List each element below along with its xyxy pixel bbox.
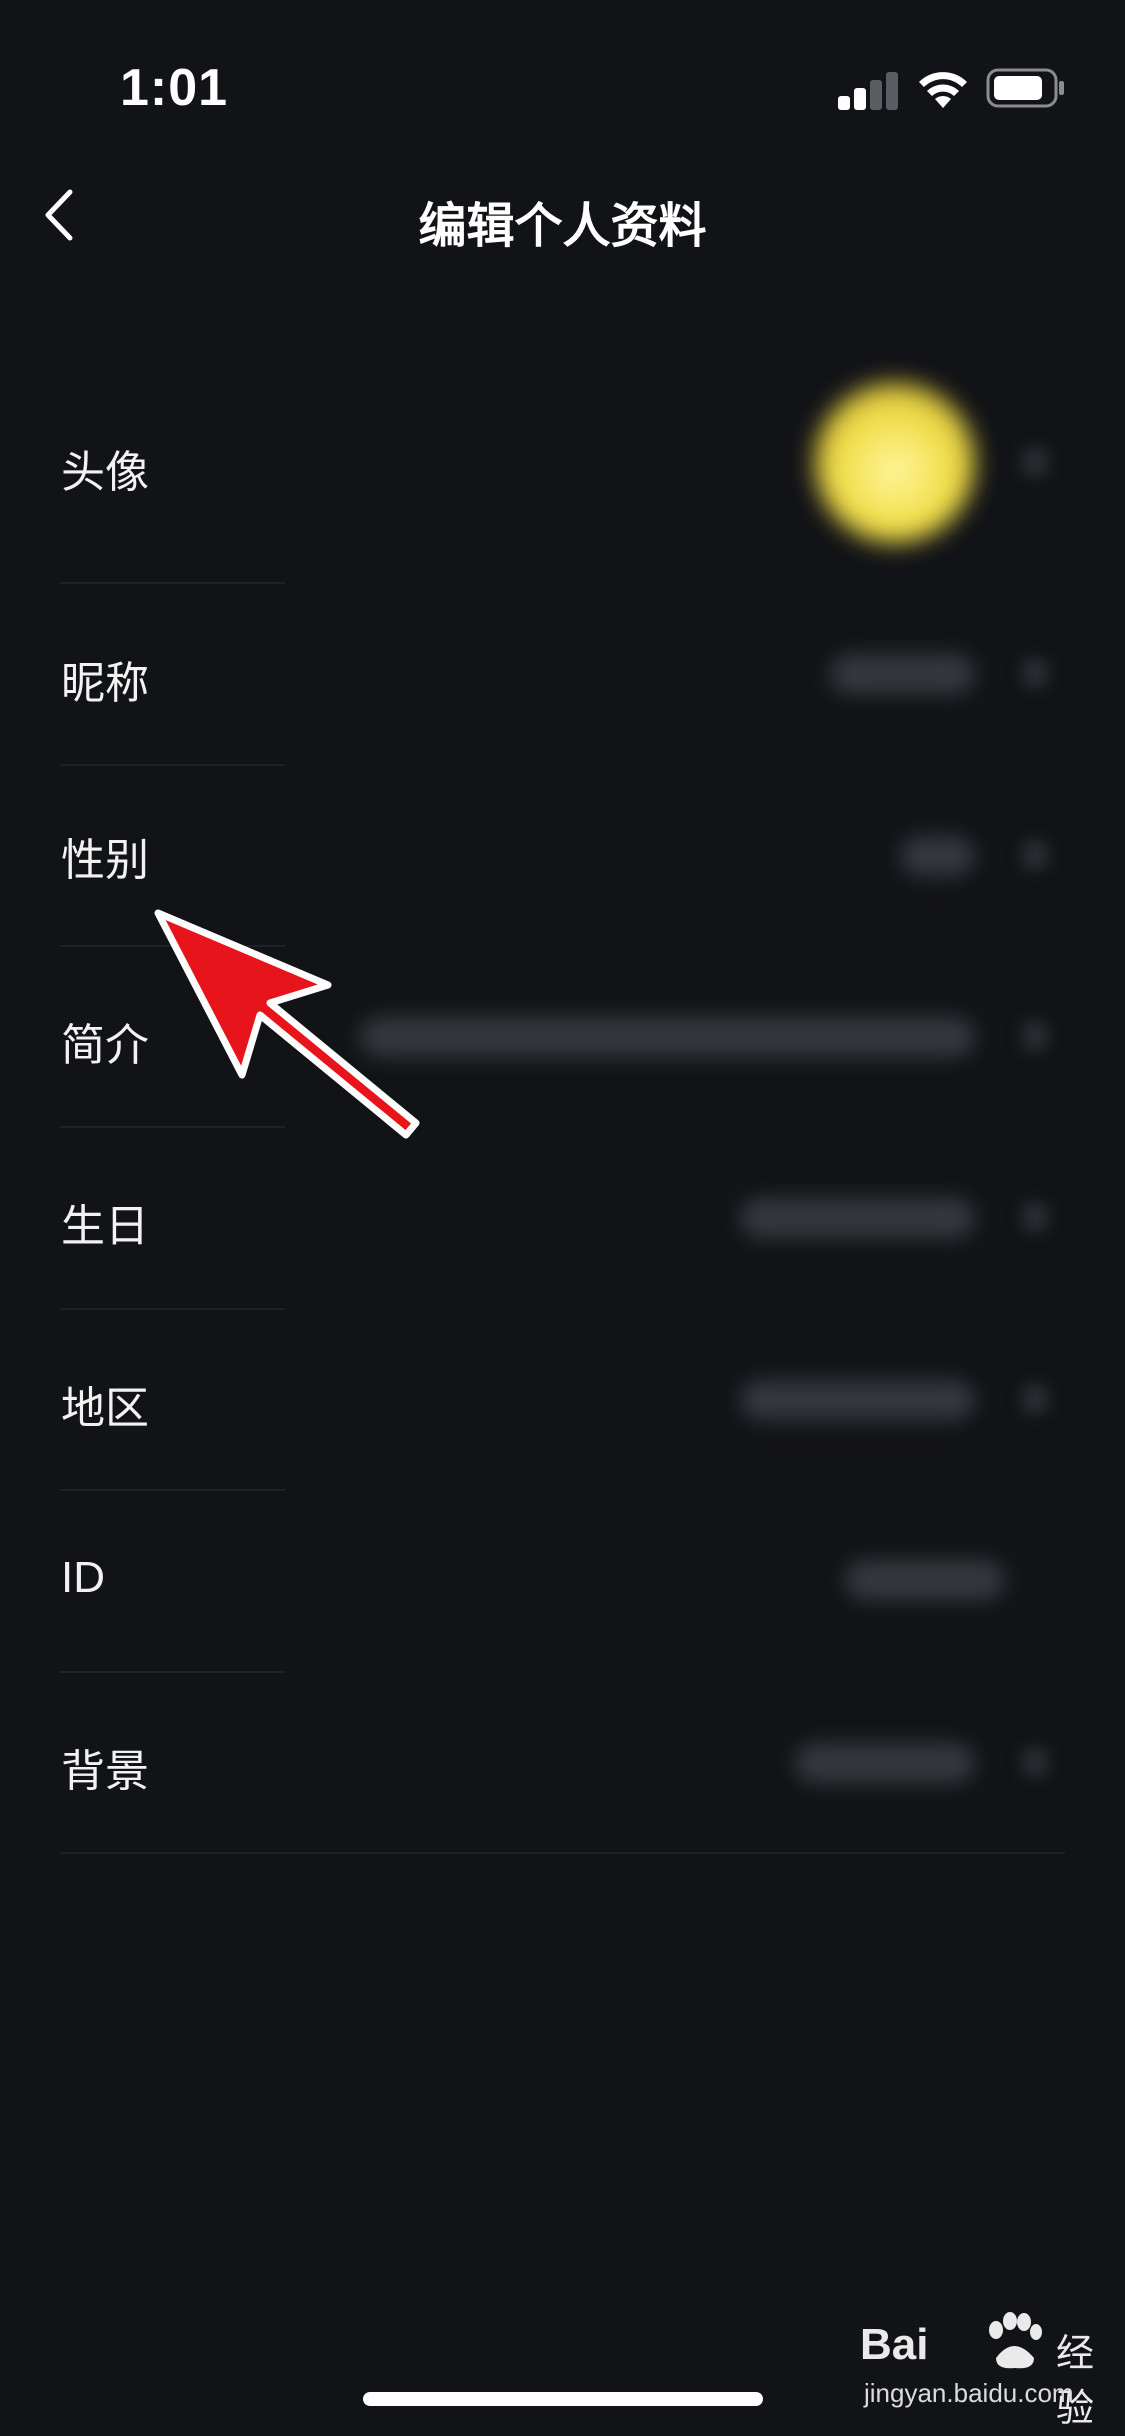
id-value-blurred	[845, 1560, 1005, 1600]
chevron-right-icon	[1022, 1747, 1048, 1777]
chevron-right-icon	[1022, 1384, 1048, 1414]
home-indicator[interactable]	[363, 2392, 763, 2406]
watermark-brand-cn: 经验	[1056, 2331, 1095, 2430]
chevron-right-icon	[1022, 1202, 1048, 1232]
background-value-blurred	[795, 1743, 975, 1783]
annotation-arrow-icon	[154, 909, 420, 1139]
row-label: ID	[61, 1553, 105, 1602]
nickname-value-blurred	[830, 654, 975, 694]
cellular-signal-icon	[838, 70, 900, 110]
row-label: 性别	[61, 835, 149, 886]
battery-icon	[986, 68, 1064, 108]
status-bar: 1:01	[0, 0, 1125, 150]
bio-value-blurred	[360, 1017, 975, 1057]
chevron-right-icon	[1022, 840, 1048, 870]
row-label: 背景	[61, 1746, 149, 1797]
birthday-value-blurred	[740, 1198, 975, 1238]
chevron-right-icon	[1022, 1021, 1048, 1051]
avatar[interactable]	[815, 383, 975, 543]
divider	[60, 582, 285, 584]
region-value-blurred	[740, 1380, 975, 1420]
chevron-right-icon	[1022, 658, 1048, 688]
navigation-bar: 编辑个人资料	[0, 160, 1125, 270]
divider	[60, 1852, 1065, 1854]
page-title: 编辑个人资料	[418, 198, 707, 254]
baidu-jingyan-watermark: Bai 经验 jingyan.baidu.com	[860, 2312, 1110, 2430]
gender-value-blurred	[900, 836, 975, 876]
chevron-right-icon	[1022, 447, 1048, 477]
watermark-brand: Bai	[860, 2320, 929, 2369]
row-label: 生日	[61, 1201, 149, 1252]
status-time: 1:01	[120, 59, 229, 117]
row-label: 简介	[61, 1020, 149, 1071]
row-label: 昵称	[61, 658, 149, 709]
row-label: 地区	[61, 1383, 149, 1434]
paw-icon	[989, 2312, 1042, 2369]
row-label: 头像	[61, 447, 149, 498]
watermark-url: jingyan.baidu.com	[864, 2378, 1074, 2408]
wifi-icon	[919, 72, 967, 108]
